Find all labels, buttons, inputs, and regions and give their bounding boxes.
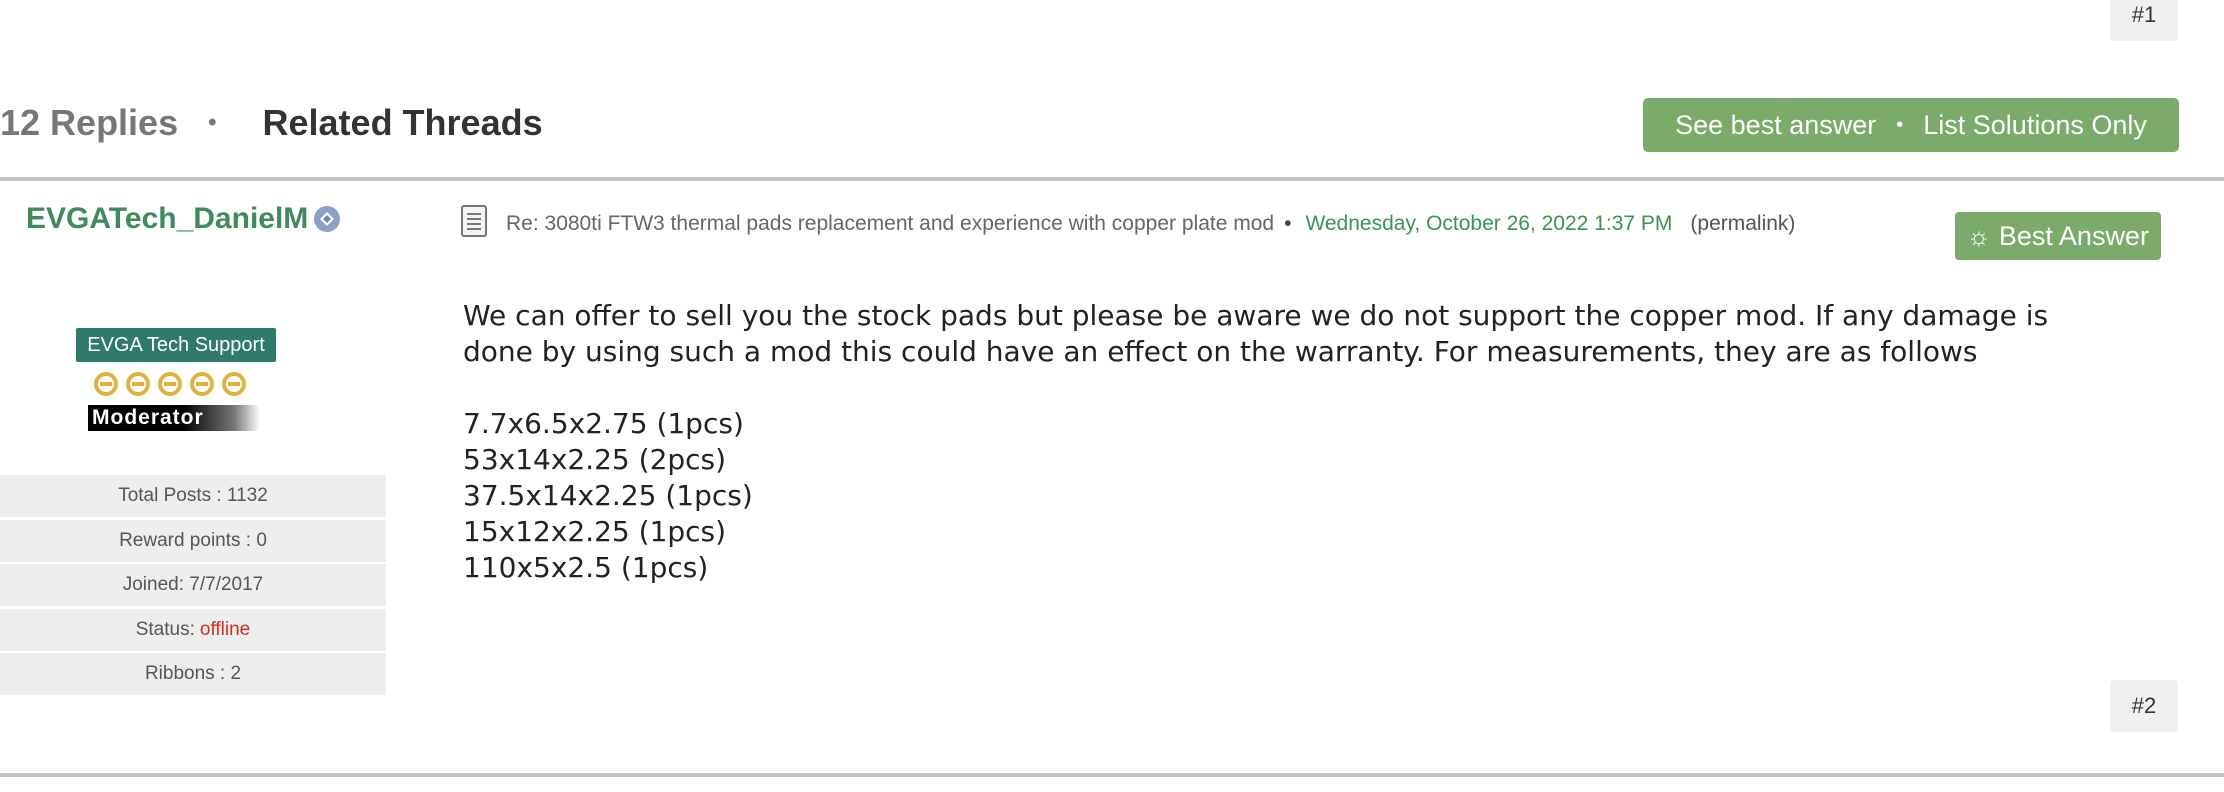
moderator-badge: Moderator	[88, 405, 260, 431]
related-threads-tab[interactable]: Related Threads	[263, 102, 543, 144]
rank-badge: EVGA Tech Support	[76, 328, 276, 362]
stat-status: Status: offline	[0, 609, 386, 651]
replies-tab[interactable]: 12 Replies	[0, 102, 178, 144]
message-date: Wednesday, October 26, 2022 1:37 PM	[1305, 212, 1673, 235]
stat-ribbons: Ribbons : 2	[0, 653, 386, 695]
measurement-line: 15x12x2.25 (1pcs)	[463, 515, 727, 548]
stat-reward-points: Reward points : 0	[0, 520, 386, 562]
header-separator: •	[1284, 212, 1292, 235]
answer-filter-bar: See best answer • List Solutions Only	[1643, 98, 2179, 152]
measurement-line: 110x5x2.5 (1pcs)	[463, 551, 709, 584]
list-solutions-link[interactable]: List Solutions Only	[1923, 110, 2147, 141]
answer-bar-separator: •	[1896, 113, 1904, 136]
stat-total-posts: Total Posts : 1132	[0, 475, 386, 517]
post-number-1[interactable]: #1	[2110, 0, 2178, 41]
stat-joined: Joined: 7/7/2017	[0, 564, 386, 606]
post-divider-bottom	[0, 773, 2224, 777]
see-best-answer-link[interactable]: See best answer	[1675, 110, 1876, 141]
status-value: offline	[199, 619, 251, 640]
permalink-link[interactable]: (permalink)	[1690, 212, 1795, 236]
measurement-line: 7.7x6.5x2.75 (1pcs)	[463, 407, 744, 440]
message-paragraph: We can offer to sell you the stock pads …	[463, 299, 2049, 368]
message-subject: Re: 3080ti FTW3 thermal pads replacement…	[506, 212, 1275, 235]
status-label: Status:	[135, 619, 195, 640]
message-body: We can offer to sell you the stock pads …	[463, 298, 2123, 586]
best-answer-button[interactable]: ☼ Best Answer	[1955, 212, 2161, 260]
message-header: Re: 3080ti FTW3 thermal pads replacement…	[460, 204, 1795, 244]
document-icon	[460, 204, 488, 244]
thread-tabs: 12 Replies • Related Threads	[0, 102, 543, 144]
sun-icon: ☼	[1967, 220, 1991, 251]
post-number-2[interactable]: #2	[2110, 680, 2178, 732]
rank-stars-icon	[92, 372, 248, 396]
tab-separator: •	[208, 109, 217, 136]
measurement-line: 53x14x2.25 (2pcs)	[463, 443, 727, 476]
user-profile-icon[interactable]	[314, 206, 341, 232]
post-divider	[0, 177, 2224, 181]
best-answer-label: Best Answer	[1998, 220, 2149, 251]
author-name-link[interactable]: EVGATech_DanielM	[26, 202, 308, 236]
measurement-line: 37.5x14x2.25 (1pcs)	[463, 479, 753, 512]
post-author: EVGATech_DanielM	[26, 202, 341, 236]
